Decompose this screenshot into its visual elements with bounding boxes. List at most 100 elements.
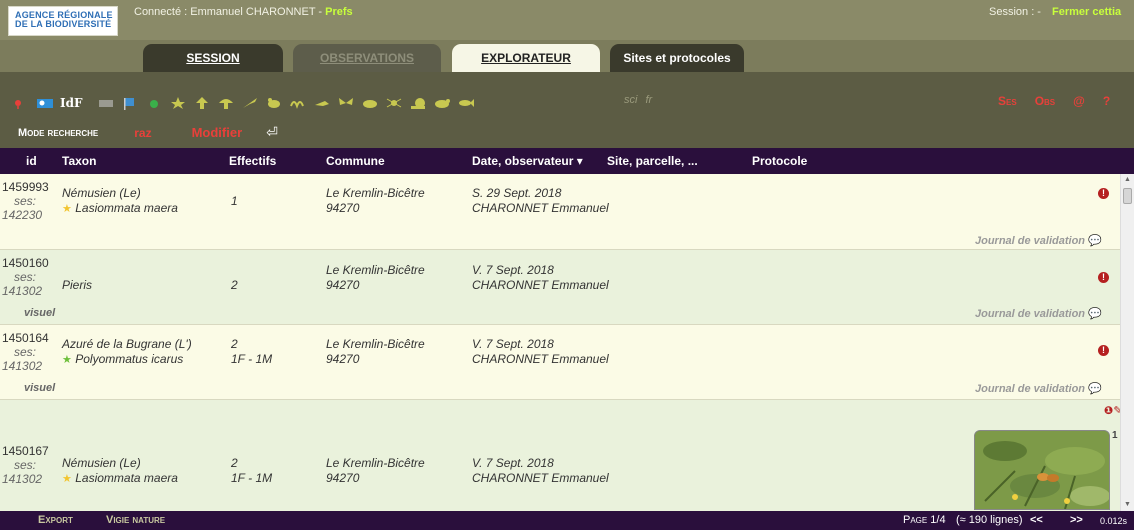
taxon-french-name[interactable]: Azuré de la Bugrane (L') xyxy=(62,337,192,351)
fish-icon[interactable] xyxy=(457,96,475,110)
journal-label: Journal de validation xyxy=(975,235,1086,247)
prefs-link[interactable]: Prefs xyxy=(325,6,353,18)
taxon-french-name[interactable]: Pieris xyxy=(62,278,92,292)
previous-page-button[interactable]: << xyxy=(1030,514,1043,526)
star-icon[interactable] xyxy=(169,96,187,110)
col-commune[interactable]: Commune xyxy=(326,154,385,168)
session-id[interactable]: 142230 xyxy=(2,208,42,222)
taxon-scientific: ★ Polyommatus icarus xyxy=(62,352,183,366)
table-row[interactable]: 1450160 ses: 141302 Pieris 2 Le Kremlin-… xyxy=(0,250,1120,325)
butterfly-icon[interactable] xyxy=(337,96,355,110)
col-id[interactable]: id xyxy=(26,154,37,168)
taxon-scientific: ★ Lasiommata maera xyxy=(62,201,178,215)
col-date-observer[interactable]: Date, observateur ▾ xyxy=(472,154,583,168)
effectifs: 2 xyxy=(231,278,238,292)
mammal-icon[interactable] xyxy=(433,96,451,110)
tab-sites-protocoles[interactable]: Sites et protocoles xyxy=(610,44,744,72)
session-id[interactable]: 141302 xyxy=(2,472,42,486)
idf-filter[interactable]: IdF xyxy=(60,96,83,110)
commune: Le Kremlin-Bicêtre xyxy=(326,337,425,351)
grasshopper-icon[interactable] xyxy=(313,96,331,110)
map-pin-icon[interactable] xyxy=(12,96,30,110)
star-icon: ★ xyxy=(62,203,72,215)
table-row[interactable]: 1450167 ses: 141302 Némusien (Le) ★ Lasi… xyxy=(0,400,1120,511)
email-link[interactable]: @ xyxy=(1073,94,1085,108)
connected-label: Connecté : Emmanuel CHARONNET - xyxy=(134,6,326,18)
session-label: ses: xyxy=(13,270,36,284)
postcode: 94270 xyxy=(326,278,360,292)
worm-icon[interactable] xyxy=(289,96,307,110)
query-timing: 0.012s xyxy=(1100,516,1128,526)
flag-icon[interactable] xyxy=(121,96,139,110)
postcode: 94270 xyxy=(326,352,360,366)
tab-session[interactable]: SESSION xyxy=(143,44,283,72)
next-page-button[interactable]: >> xyxy=(1070,514,1083,526)
alert-icon[interactable]: ! xyxy=(1098,188,1109,199)
scientific-name-toggle[interactable]: sci xyxy=(624,94,637,106)
binoculars-icon[interactable] xyxy=(36,96,54,110)
scroll-up-arrow-icon[interactable]: ▲ xyxy=(1121,174,1134,186)
help-link[interactable]: ? xyxy=(1103,94,1110,108)
return-arrow-icon[interactable]: ⏎ xyxy=(266,124,278,141)
tree-icon[interactable] xyxy=(193,96,211,110)
observation-id[interactable]: 1459993 ses: 142230 xyxy=(2,180,49,222)
bee-icon[interactable] xyxy=(361,96,379,110)
scroll-down-arrow-icon[interactable]: ▼ xyxy=(1121,499,1134,511)
observation-photo[interactable] xyxy=(974,430,1110,510)
observation-method: visuel xyxy=(24,382,56,394)
table-row[interactable]: 1459993 ses: 142230 Némusien (Le) ★ Lasi… xyxy=(0,174,1120,250)
col-site[interactable]: Site, parcelle, ... xyxy=(607,154,698,168)
commune: Le Kremlin-Bicêtre xyxy=(326,456,425,470)
session-id[interactable]: 141302 xyxy=(2,284,42,298)
export-link[interactable]: Export xyxy=(38,514,73,526)
taxon-french-name[interactable]: Némusien (Le) xyxy=(62,456,141,470)
alert-edit-icon[interactable]: ❶✎ xyxy=(1104,404,1120,417)
observer: CHARONNET Emmanuel xyxy=(472,278,609,292)
tab-explorateur[interactable]: EXPLORATEUR xyxy=(452,44,600,72)
taxon-french-name[interactable]: Némusien (Le) xyxy=(62,186,141,200)
logo-line-2: DE LA BIODIVERSITÉ xyxy=(15,19,112,29)
snail-icon[interactable] xyxy=(409,96,427,110)
top-bar: AGENCE RÉGIONALE DE LA BIODIVERSITÉ Conn… xyxy=(0,0,1134,40)
connected-user: Connecté : Emmanuel CHARONNET - Prefs xyxy=(134,6,353,18)
spider-icon[interactable] xyxy=(385,96,403,110)
french-name-toggle[interactable]: fr xyxy=(645,94,652,106)
keyboard-icon[interactable] xyxy=(97,96,115,110)
col-protocole[interactable]: Protocole xyxy=(752,154,807,168)
validation-journal-link[interactable]: Journal de validation 💬 xyxy=(975,382,1102,395)
observation-id[interactable]: 1450160 ses: 141302 xyxy=(2,256,49,298)
session-label: ses: xyxy=(13,345,36,359)
ses-link[interactable]: Ses xyxy=(998,94,1017,108)
observation-id[interactable]: 1450167 ses: 141302 xyxy=(2,444,49,486)
tab-observations[interactable]: OBSERVATIONS xyxy=(293,44,441,72)
name-language-toggle: sci fr xyxy=(624,94,660,106)
mushroom-icon[interactable] xyxy=(217,96,235,110)
alert-icon[interactable]: ! xyxy=(1098,345,1109,356)
vigie-nature-link[interactable]: Vigie nature xyxy=(106,514,165,526)
observation-id[interactable]: 1450164 ses: 141302 xyxy=(2,331,49,373)
modify-link[interactable]: Modifier xyxy=(192,125,243,140)
col-effectifs[interactable]: Effectifs xyxy=(229,154,276,168)
session-label: Session : - xyxy=(989,6,1041,18)
validation-journal-link[interactable]: Journal de validation 💬 xyxy=(975,234,1102,247)
page-indicator: Page 1/4 xyxy=(903,514,946,526)
effectifs: 1 xyxy=(231,194,238,208)
session-id[interactable]: 141302 xyxy=(2,359,42,373)
observation-list: 1459993 ses: 142230 Némusien (Le) ★ Lasi… xyxy=(0,174,1120,511)
reset-link[interactable]: raz xyxy=(134,126,151,140)
green-dot-icon[interactable] xyxy=(145,96,163,110)
table-row[interactable]: 1450164 ses: 141302 Azuré de la Bugrane … xyxy=(0,325,1120,400)
alert-icon[interactable]: ! xyxy=(1098,272,1109,283)
commune: Le Kremlin-Bicêtre xyxy=(326,186,425,200)
list-scrollbar[interactable]: ▲ ▼ xyxy=(1120,174,1134,511)
dragonfly-icon[interactable] xyxy=(241,96,259,110)
col-taxon[interactable]: Taxon xyxy=(62,154,96,168)
validation-journal-link[interactable]: Journal de validation 💬 xyxy=(975,307,1102,320)
close-session-link[interactable]: Fermer cettia xyxy=(1052,6,1121,18)
scroll-thumb[interactable] xyxy=(1123,188,1132,204)
effectifs: 2 xyxy=(231,456,238,470)
observation-method: visuel xyxy=(24,307,56,319)
obs-link[interactable]: Obs xyxy=(1035,94,1055,108)
frog-icon[interactable] xyxy=(265,96,283,110)
agency-logo[interactable]: AGENCE RÉGIONALE DE LA BIODIVERSITÉ xyxy=(8,6,118,36)
